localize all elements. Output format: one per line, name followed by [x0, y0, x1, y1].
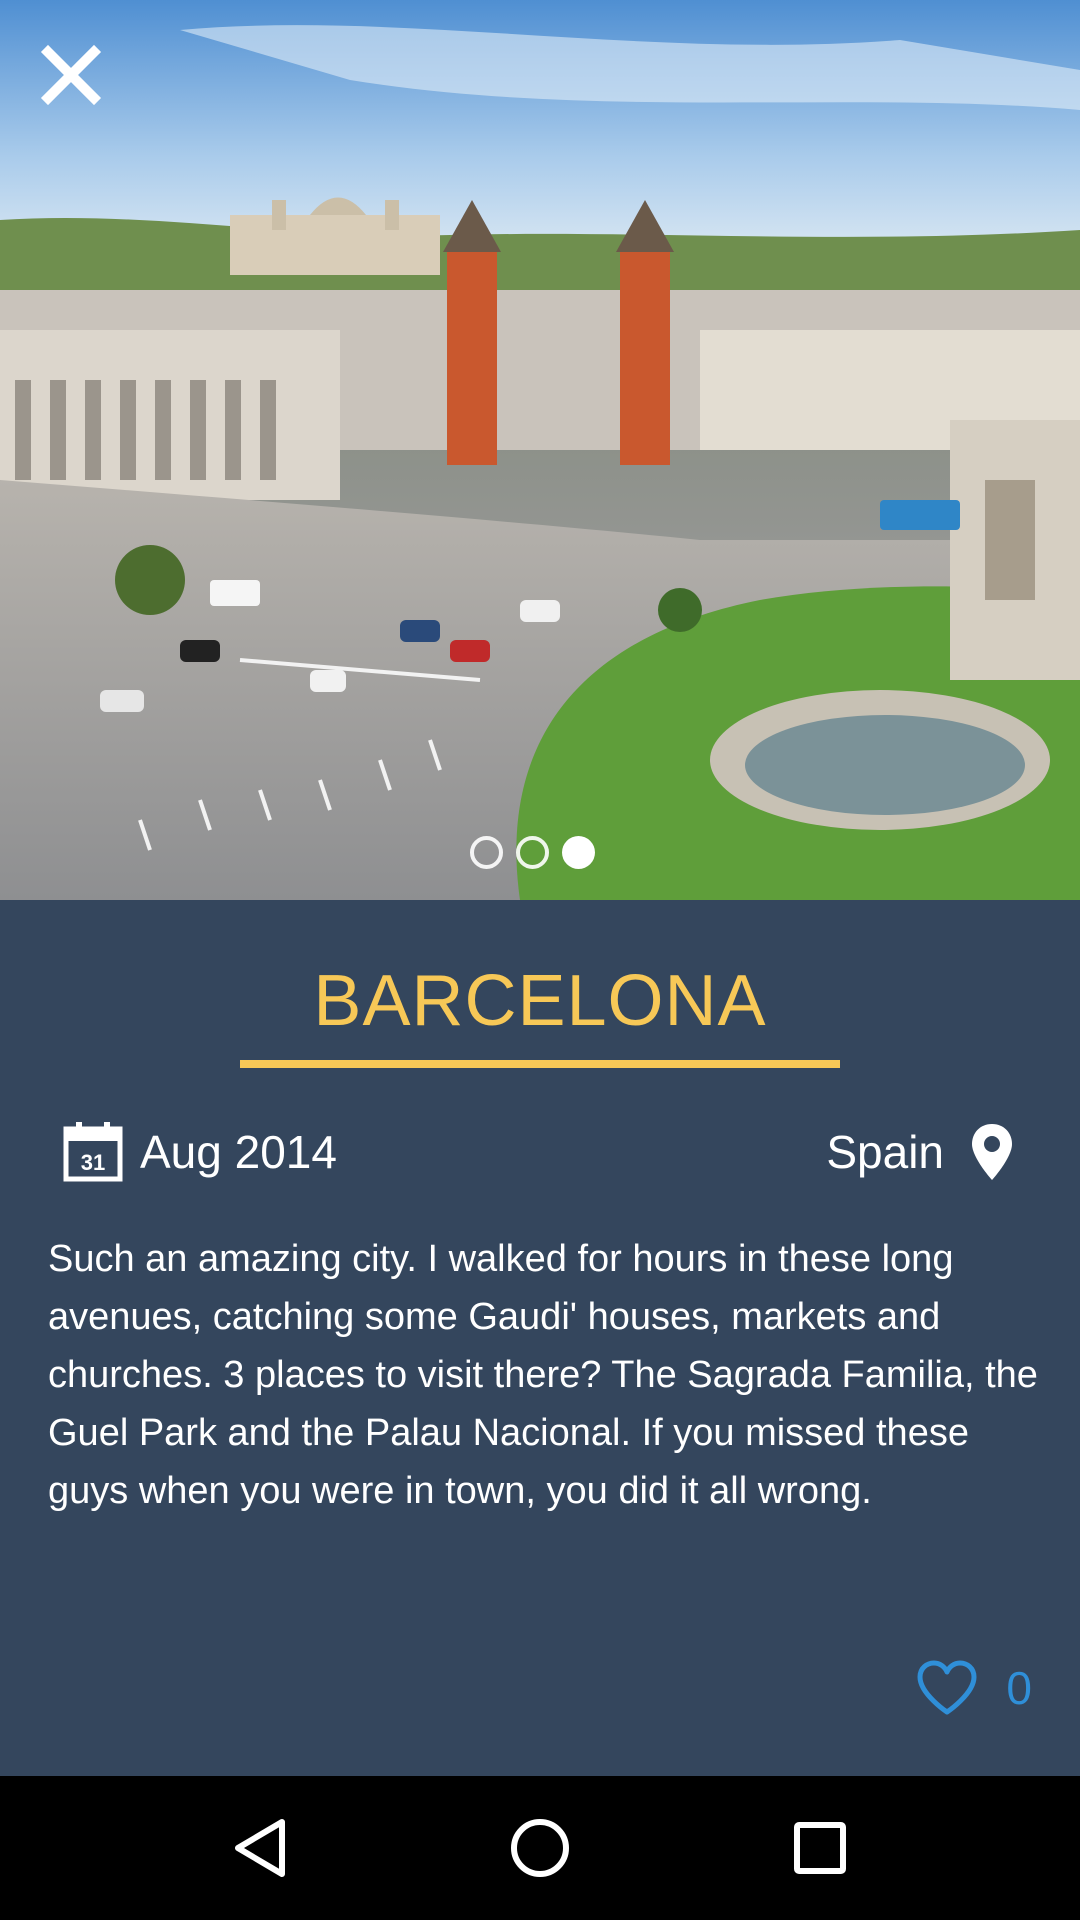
date-label: Aug 2014 — [140, 1126, 337, 1178]
country-label: Spain — [826, 1126, 944, 1178]
likes-area: 0 — [916, 1660, 1032, 1716]
calendar-icon: 31 — [62, 1121, 124, 1183]
barcelona-photo — [0, 0, 1080, 900]
post-detail-panel: BARCELONA 31 Aug 2014 Spain Such an amaz… — [0, 900, 1080, 1776]
system-navigation-bar — [0, 1776, 1080, 1920]
gallery-dot-2[interactable] — [516, 836, 549, 869]
visit-location: Spain — [826, 1120, 1014, 1184]
gallery-page-indicator — [470, 836, 595, 869]
svg-text:31: 31 — [81, 1150, 105, 1175]
gallery-dot-3[interactable] — [562, 836, 595, 869]
heart-icon — [916, 1660, 978, 1716]
back-triangle-icon — [232, 1818, 288, 1878]
like-button[interactable] — [916, 1660, 978, 1716]
nav-recents-button[interactable] — [772, 1800, 868, 1896]
post-description: Such an amazing city. I walked for hours… — [48, 1238, 1038, 1512]
post-detail-screen: BARCELONA 31 Aug 2014 Spain Such an amaz… — [0, 0, 1080, 1920]
recents-square-icon — [793, 1821, 847, 1875]
location-pin-icon — [970, 1122, 1014, 1182]
close-button[interactable] — [40, 44, 116, 120]
title-underline — [240, 1060, 840, 1068]
like-count: 0 — [1006, 1662, 1032, 1714]
nav-home-button[interactable] — [492, 1800, 588, 1896]
home-circle-icon — [510, 1818, 570, 1878]
nav-back-button[interactable] — [212, 1800, 308, 1896]
hero-photo[interactable] — [0, 0, 1080, 900]
city-title: BARCELONA — [313, 961, 767, 1041]
visit-date: 31 Aug 2014 — [62, 1120, 337, 1184]
gallery-dot-1[interactable] — [470, 836, 503, 869]
